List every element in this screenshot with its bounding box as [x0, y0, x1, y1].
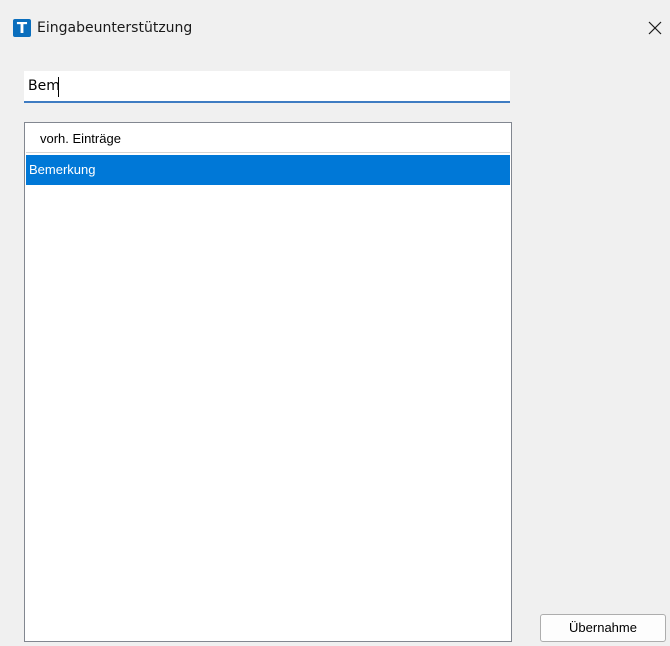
title-bar: T Eingabeunterstützung [0, 0, 670, 48]
list-column-header: vorh. Einträge [26, 124, 510, 153]
list-item[interactable]: Bemerkung [26, 155, 510, 185]
entries-listbox[interactable]: vorh. Einträge Bemerkung [24, 122, 512, 642]
app-icon: T [13, 19, 31, 37]
close-button[interactable] [648, 10, 670, 42]
window-title: Eingabeunterstützung [37, 20, 193, 36]
search-input[interactable] [24, 71, 510, 103]
close-icon [648, 21, 662, 35]
text-caret [58, 77, 59, 97]
apply-button[interactable]: Übernahme [540, 614, 666, 642]
